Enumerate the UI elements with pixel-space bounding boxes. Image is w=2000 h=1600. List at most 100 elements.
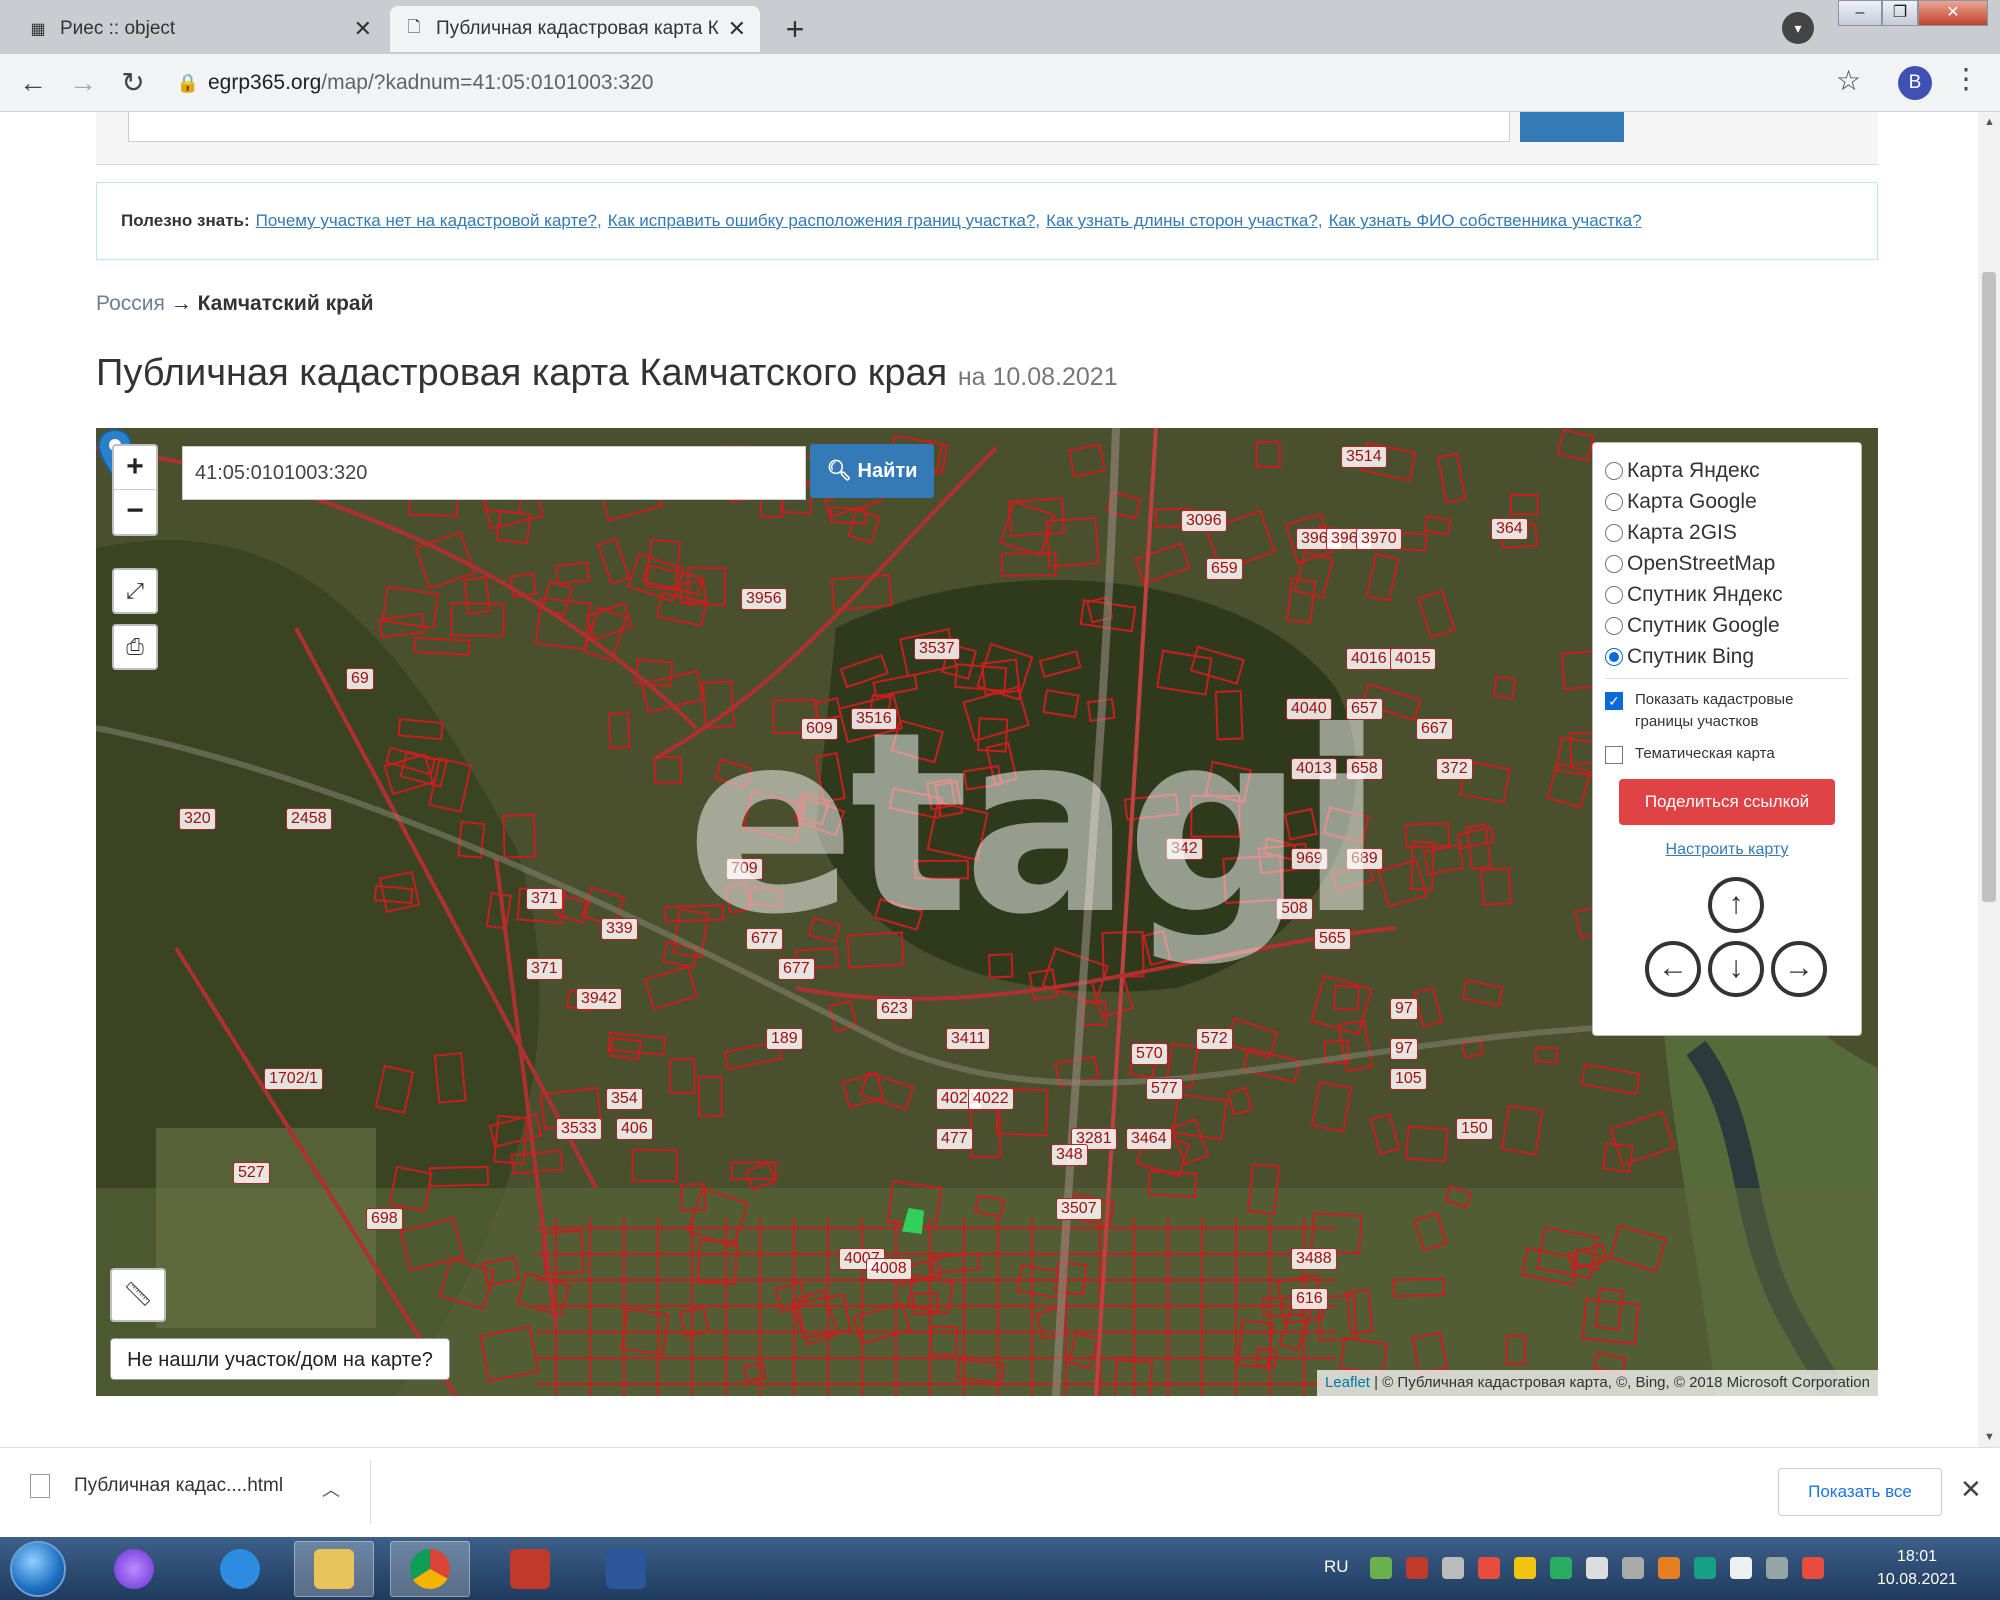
show-all-button[interactable]: Показать все bbox=[1778, 1468, 1942, 1516]
layer-option-osm[interactable]: OpenStreetMap bbox=[1605, 548, 1849, 579]
map-search-button[interactable]: 🔍︎ Найти bbox=[810, 444, 934, 498]
back-icon[interactable]: ← bbox=[14, 64, 52, 102]
radio-icon[interactable] bbox=[1605, 523, 1623, 542]
close-window-button[interactable]: ✕ bbox=[1918, 0, 1988, 26]
tab-ries[interactable]: ▦ Риес :: object ✕ bbox=[14, 6, 386, 52]
arrow-right-icon[interactable]: → bbox=[1771, 941, 1827, 997]
radio-icon[interactable] bbox=[1605, 585, 1623, 604]
breadcrumb-root[interactable]: Россия bbox=[96, 292, 165, 315]
radio-icon[interactable] bbox=[1605, 492, 1623, 511]
useful-link-owner[interactable]: Как узнать ФИО собственника участка? bbox=[1329, 211, 1642, 231]
minimize-button[interactable]: – bbox=[1838, 0, 1882, 26]
scroll-down-icon[interactable]: ▼ bbox=[1984, 1431, 1995, 1443]
taskbar-word[interactable] bbox=[586, 1541, 666, 1597]
layer-option-yandex-map[interactable]: Карта Яндекс bbox=[1605, 455, 1849, 486]
signal-icon[interactable] bbox=[1730, 1557, 1752, 1579]
print-icon[interactable]: ⎙ bbox=[112, 624, 158, 670]
map-search-input[interactable]: 41:05:0101003:320 bbox=[182, 446, 806, 500]
checkbox-icon[interactable] bbox=[1605, 746, 1623, 764]
parcel-label: 372 bbox=[1436, 758, 1473, 780]
download-item[interactable]: Публичная кадас....html bbox=[30, 1474, 283, 1498]
zoom-out-button[interactable]: − bbox=[114, 490, 156, 534]
arrow-left-icon[interactable]: ← bbox=[1645, 941, 1701, 997]
tray-icon[interactable] bbox=[1694, 1557, 1716, 1579]
chevron-up-icon[interactable]: ︿ bbox=[322, 1476, 340, 1502]
tray-icon[interactable] bbox=[1550, 1557, 1572, 1579]
taskbar-explorer[interactable] bbox=[294, 1541, 374, 1597]
profile-avatar[interactable]: B bbox=[1898, 66, 1932, 100]
page-scrollbar[interactable]: ▲ ▼ bbox=[1978, 112, 2000, 1447]
radio-icon[interactable] bbox=[1605, 461, 1623, 480]
arrow-up-icon[interactable]: ↑ bbox=[1708, 877, 1764, 933]
taskbar-ie[interactable] bbox=[200, 1541, 280, 1597]
taskbar-app-red[interactable] bbox=[490, 1541, 570, 1597]
radio-icon[interactable] bbox=[1605, 616, 1623, 635]
useful-link-side-length[interactable]: Как узнать длины сторон участка?, bbox=[1046, 211, 1322, 231]
tray-icon[interactable] bbox=[1514, 1557, 1536, 1579]
not-found-button[interactable]: Не нашли участок/дом на карте? bbox=[110, 1338, 450, 1380]
radio-icon-selected[interactable] bbox=[1605, 647, 1623, 666]
profile-dropdown-icon[interactable]: ▾ bbox=[1782, 12, 1814, 44]
tray-icon[interactable] bbox=[1658, 1557, 1680, 1579]
address-bar[interactable]: 🔒 egrp365.org /map/?kadnum=41:05:0101003… bbox=[168, 60, 1868, 106]
show-borders-checkbox[interactable]: ✓ Показать кадастровые границы участков bbox=[1605, 689, 1849, 733]
layer-option-2gis[interactable]: Карта 2GIS bbox=[1605, 517, 1849, 548]
arrow-down-icon[interactable]: ↓ bbox=[1708, 941, 1764, 997]
top-search-button[interactable] bbox=[1520, 112, 1624, 142]
share-link-button[interactable]: Поделиться ссылкой bbox=[1619, 779, 1835, 825]
tray-icon[interactable] bbox=[1478, 1557, 1500, 1579]
close-download-bar-icon[interactable]: ✕ bbox=[1960, 1474, 1982, 1505]
radio-icon[interactable] bbox=[1605, 554, 1623, 573]
parcel-label: 97 bbox=[1390, 998, 1418, 1020]
chrome-icon bbox=[410, 1549, 450, 1589]
scroll-thumb[interactable] bbox=[1982, 272, 1996, 902]
tab-close-icon[interactable]: ✕ bbox=[354, 16, 372, 42]
parcel-label: 3533 bbox=[556, 1118, 602, 1140]
maximize-button[interactable]: ❐ bbox=[1882, 0, 1918, 26]
ruler-icon[interactable]: 📏︎ bbox=[110, 1268, 166, 1322]
parcel-label: 477 bbox=[936, 1128, 973, 1150]
tray-icon[interactable] bbox=[1370, 1557, 1392, 1579]
reload-icon[interactable]: ↻ bbox=[114, 64, 152, 102]
app-icon bbox=[114, 1549, 154, 1589]
fullscreen-icon[interactable]: ⤢ bbox=[112, 568, 158, 614]
layer-option-bing-sat[interactable]: Спутник Bing bbox=[1605, 641, 1849, 672]
tray-icon[interactable] bbox=[1442, 1557, 1464, 1579]
cadastral-map[interactable]: 3514 3096 659 3968 3969 3970 364 97 3956 3537 69 60… bbox=[96, 428, 1878, 1396]
address-search-input[interactable] bbox=[128, 112, 1510, 142]
thematic-checkbox[interactable]: Тематическая карта bbox=[1605, 743, 1849, 765]
layer-option-yandex-sat[interactable]: Спутник Яндекс bbox=[1605, 579, 1849, 610]
new-tab-button[interactable]: + bbox=[775, 10, 815, 50]
zoom-in-button[interactable]: + bbox=[114, 446, 156, 490]
useful-link-missing[interactable]: Почему участка нет на кадастровой карте?… bbox=[256, 211, 602, 231]
checkbox-checked-icon[interactable]: ✓ bbox=[1605, 692, 1623, 710]
volume-muted-icon[interactable] bbox=[1802, 1557, 1824, 1579]
tab-cadastral-map[interactable]: 🗋 Публичная кадастровая карта К ✕ bbox=[390, 6, 760, 52]
tune-map-link[interactable]: Настроить карту bbox=[1605, 841, 1849, 859]
parcel-label: 105 bbox=[1390, 1068, 1427, 1090]
leaflet-link[interactable]: Leaflet bbox=[1325, 1374, 1370, 1391]
scroll-up-icon[interactable]: ▲ bbox=[1984, 116, 1995, 128]
layer-label: Карта Яндекс bbox=[1627, 458, 1760, 482]
parcel-label: 3411 bbox=[946, 1028, 991, 1050]
language-indicator[interactable]: RU bbox=[1324, 1557, 1349, 1577]
taskbar-app-purple[interactable] bbox=[94, 1541, 174, 1597]
browser-menu-icon[interactable]: ⋮ bbox=[1952, 62, 1980, 95]
layer-option-google-sat[interactable]: Спутник Google bbox=[1605, 610, 1849, 641]
parcel-label: 527 bbox=[233, 1162, 270, 1184]
layer-panel: Карта Яндекс Карта Google Карта 2GIS Ope… bbox=[1592, 442, 1862, 1036]
bookmark-star-icon[interactable]: ☆ bbox=[1836, 64, 1861, 97]
clock[interactable]: 18:01 10.08.2021 bbox=[1862, 1545, 1972, 1591]
url-path: /map/?kadnum=41:05:0101003:320 bbox=[321, 71, 654, 94]
useful-link-fix-border[interactable]: Как исправить ошибку расположения границ… bbox=[608, 211, 1040, 231]
tray-icon[interactable] bbox=[1622, 1557, 1644, 1579]
tray-icon[interactable] bbox=[1406, 1557, 1428, 1579]
taskbar-chrome[interactable] bbox=[390, 1541, 470, 1597]
tray-icon[interactable] bbox=[1586, 1557, 1608, 1579]
forward-icon[interactable]: → bbox=[64, 64, 102, 102]
tab-close-icon[interactable]: ✕ bbox=[728, 16, 746, 42]
layer-option-google-map[interactable]: Карта Google bbox=[1605, 486, 1849, 517]
start-button[interactable] bbox=[10, 1541, 66, 1597]
breadcrumb-current: Камчатский край bbox=[197, 292, 374, 315]
network-icon[interactable] bbox=[1766, 1557, 1788, 1579]
